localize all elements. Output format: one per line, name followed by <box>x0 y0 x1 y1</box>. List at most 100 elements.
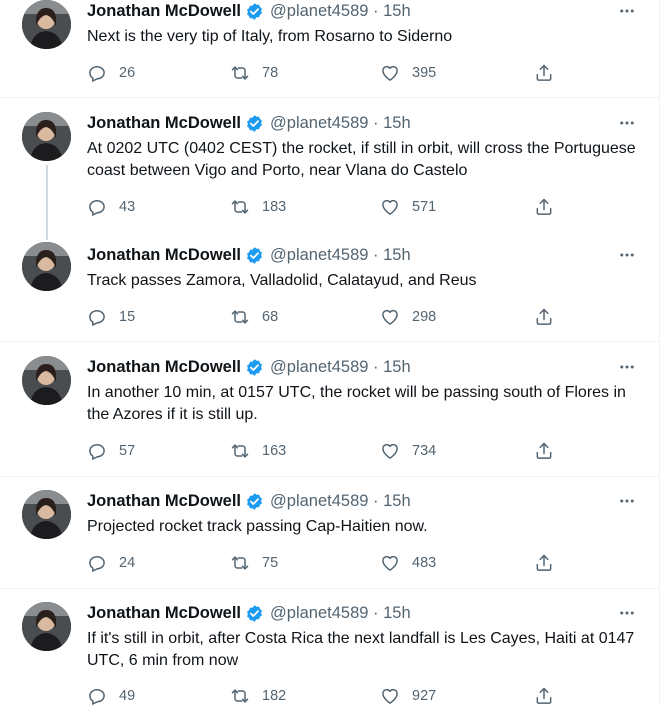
retweet-button[interactable]: 183 <box>230 196 286 218</box>
share-icon <box>536 554 552 571</box>
like-button[interactable]: 395 <box>380 62 436 84</box>
like-icon <box>382 688 398 704</box>
retweet-icon <box>231 310 249 324</box>
tweet[interactable]: Jonathan McDowell @planet4589 · 15h At 0… <box>0 98 659 240</box>
reply-icon <box>89 309 105 327</box>
reply-icon <box>89 199 105 217</box>
author-name[interactable]: Jonathan McDowell <box>87 358 241 377</box>
reply-button[interactable]: 24 <box>87 552 135 574</box>
retweet-count: 163 <box>262 443 287 459</box>
author-name[interactable]: Jonathan McDowell <box>87 2 241 21</box>
like-button[interactable]: 734 <box>380 440 436 462</box>
more-icon[interactable] <box>615 112 639 134</box>
tweet-text: At 0202 UTC (0402 CEST) the rocket, if s… <box>87 140 636 179</box>
retweet-button[interactable]: 78 <box>230 62 278 84</box>
tweet-actions: 49 182 927 <box>87 685 557 706</box>
retweet-count: 78 <box>262 65 279 81</box>
retweet-icon <box>231 556 249 570</box>
reply-count: 15 <box>119 309 136 325</box>
tweet-feed: Jonathan McDowell @planet4589 · 15h Next… <box>0 0 660 706</box>
share-button[interactable] <box>534 552 554 574</box>
share-button[interactable] <box>534 196 554 218</box>
verified-badge-icon <box>245 358 264 377</box>
reply-button[interactable]: 43 <box>87 196 135 218</box>
share-button[interactable] <box>534 62 554 84</box>
reply-button[interactable]: 49 <box>87 685 135 706</box>
tweet-text: Track passes Zamora, Valladolid, Calatay… <box>87 272 477 289</box>
tweet[interactable]: Jonathan McDowell @planet4589 · 15h If i… <box>0 589 659 706</box>
verified-badge-icon <box>245 604 264 623</box>
reply-button[interactable]: 15 <box>87 306 135 328</box>
like-button[interactable]: 927 <box>380 685 436 706</box>
tweet-header: Jonathan McDowell @planet4589 · 15h <box>87 356 639 378</box>
retweet-count: 183 <box>262 199 287 215</box>
more-icon[interactable] <box>615 244 639 266</box>
avatar[interactable] <box>22 356 71 405</box>
avatar[interactable] <box>22 490 71 539</box>
avatar[interactable] <box>22 0 71 49</box>
like-button[interactable]: 571 <box>380 196 436 218</box>
reply-icon <box>89 688 105 706</box>
tweet-header: Jonathan McDowell @planet4589 · 15h <box>87 602 639 624</box>
retweet-button[interactable]: 182 <box>230 685 286 706</box>
more-icon[interactable] <box>615 0 639 22</box>
avatar[interactable] <box>22 242 71 291</box>
share-button[interactable] <box>534 440 554 462</box>
like-count: 395 <box>412 65 437 81</box>
tweet[interactable]: Jonathan McDowell @planet4589 · 15h In a… <box>0 342 659 477</box>
reply-icon <box>89 555 105 573</box>
thread-connector <box>46 165 48 240</box>
tweet-header: Jonathan McDowell @planet4589 · 15h <box>87 0 639 22</box>
verified-badge-icon <box>245 114 264 133</box>
tweet-header: Jonathan McDowell @planet4589 · 15h <box>87 244 639 266</box>
handle-and-time: @planet4589 · 15h <box>270 357 411 376</box>
tweet-text: Projected rocket track passing Cap-Haiti… <box>87 518 428 535</box>
share-icon <box>536 198 552 215</box>
like-icon <box>382 443 398 459</box>
handle-and-time: @planet4589 · 15h <box>270 245 411 264</box>
tweet-actions: 26 78 395 <box>87 62 557 84</box>
more-icon[interactable] <box>615 490 639 512</box>
like-button[interactable]: 298 <box>380 306 436 328</box>
tweet-actions: 15 68 298 <box>87 306 557 328</box>
reply-icon <box>89 65 105 83</box>
avatar[interactable] <box>22 112 71 161</box>
share-icon <box>536 64 552 81</box>
retweet-button[interactable]: 163 <box>230 440 286 462</box>
like-icon <box>382 199 398 215</box>
reply-count: 43 <box>119 199 136 215</box>
retweet-button[interactable]: 68 <box>230 306 278 328</box>
reply-button[interactable]: 57 <box>87 440 135 462</box>
retweet-count: 68 <box>262 309 279 325</box>
tweet[interactable]: Jonathan McDowell @planet4589 · 15h Trac… <box>0 232 659 342</box>
retweet-icon <box>231 444 249 458</box>
like-count: 927 <box>412 688 437 704</box>
retweet-button[interactable]: 75 <box>230 552 278 574</box>
more-icon[interactable] <box>615 602 639 624</box>
author-name[interactable]: Jonathan McDowell <box>87 114 241 133</box>
author-name[interactable]: Jonathan McDowell <box>87 604 241 623</box>
verified-badge-icon <box>245 492 264 511</box>
tweet-text: Next is the very tip of Italy, from Rosa… <box>87 28 453 45</box>
share-button[interactable] <box>534 685 554 706</box>
tweet-header: Jonathan McDowell @planet4589 · 15h <box>87 112 639 134</box>
like-count: 483 <box>412 555 437 571</box>
more-icon[interactable] <box>615 356 639 378</box>
like-icon <box>382 555 398 571</box>
tweet[interactable]: Jonathan McDowell @planet4589 · 15h Proj… <box>0 477 659 589</box>
tweet[interactable]: Jonathan McDowell @planet4589 · 15h Next… <box>0 0 659 98</box>
share-icon <box>536 442 552 459</box>
retweet-count: 182 <box>262 688 287 704</box>
author-name[interactable]: Jonathan McDowell <box>87 246 241 265</box>
retweet-count: 75 <box>262 555 279 571</box>
like-button[interactable]: 483 <box>380 552 436 574</box>
reply-button[interactable]: 26 <box>87 62 135 84</box>
author-name[interactable]: Jonathan McDowell <box>87 492 241 511</box>
reply-count: 26 <box>119 65 136 81</box>
avatar[interactable] <box>22 602 71 651</box>
share-button[interactable] <box>534 306 554 328</box>
handle-and-time: @planet4589 · 15h <box>270 603 411 622</box>
reply-count: 49 <box>119 688 136 704</box>
tweet-text: If it's still in orbit, after Costa Rica… <box>87 630 635 669</box>
tweet-header: Jonathan McDowell @planet4589 · 15h <box>87 490 639 512</box>
